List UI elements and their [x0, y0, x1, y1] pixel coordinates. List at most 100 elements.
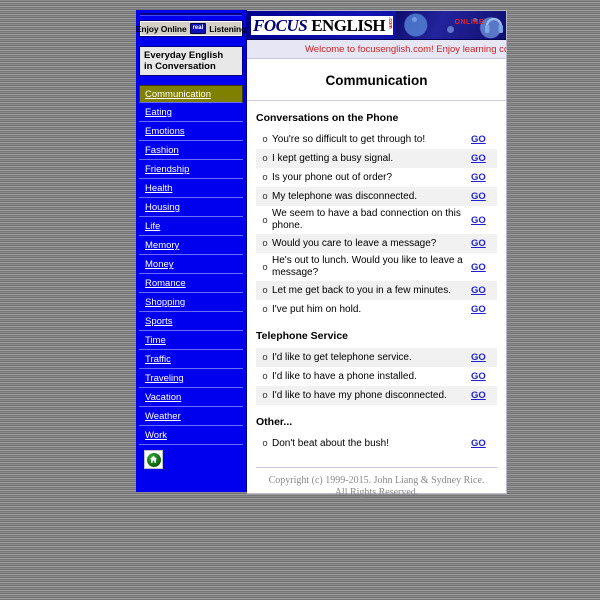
sidebar-item-label: Friendship [145, 164, 190, 175]
go-link[interactable]: GO [471, 304, 493, 315]
sidebar-item-communication[interactable]: Communication [139, 85, 243, 103]
listen-button-prefix: Enjoy Online [136, 23, 187, 34]
sidebar-item-label: Traffic [145, 354, 171, 365]
bullet-icon: o [262, 390, 268, 401]
sidebar-item-traveling[interactable]: Traveling [139, 369, 243, 388]
sidebar-item-traffic[interactable]: Traffic [139, 350, 243, 369]
logo-com-text: .com [386, 15, 394, 35]
sidebar-item-life[interactable]: Life [139, 217, 243, 236]
sidebar-item-label: Work [145, 430, 167, 441]
sidebar-item-work[interactable]: Work [139, 426, 243, 445]
content-column: FOCUS ENGLISH .com ONLINE Welcome to foc… [247, 10, 507, 498]
sidebar-item-vacation[interactable]: Vacation [139, 388, 243, 407]
bullet-icon: o [262, 191, 268, 202]
go-link[interactable]: GO [471, 153, 493, 164]
bullet-icon: o [262, 214, 268, 226]
footer: Copyright (c) 1999-2015. John Liang & Sy… [256, 467, 497, 499]
bullet-icon: o [262, 261, 268, 273]
go-link[interactable]: GO [471, 438, 493, 449]
phrase-row: o I'd like to get telephone service. GO [256, 348, 497, 367]
sidebar-item-weather[interactable]: Weather [139, 407, 243, 426]
phrase-text: I kept getting a busy signal. [272, 152, 394, 164]
sidebar-item-shopping[interactable]: Shopping [139, 293, 243, 312]
section-heading: Conversations on the Phone [256, 112, 399, 124]
realplayer-badge-icon: real [189, 23, 207, 34]
phrase-row: o I kept getting a busy signal. GO [256, 149, 497, 168]
sidebar-item-label: Eating [145, 107, 172, 118]
sidebar-item-label: Health [145, 183, 173, 194]
sidebar-item-health[interactable]: Health [139, 179, 243, 198]
phrase-text: We seem to have a bad connection on this… [272, 208, 461, 231]
sidebar-divider-top [140, 13, 242, 16]
bullet-icon: o [262, 352, 268, 363]
sidebar-title-line2: in Conversation [144, 61, 216, 72]
go-link[interactable]: GO [471, 390, 493, 401]
site-logo[interactable]: FOCUS ENGLISH .com [251, 15, 394, 35]
phrase-text: Is your phone out of order? [272, 171, 393, 183]
logo-english-text: ENGLISH [309, 15, 387, 35]
sidebar-item-label: Romance [145, 278, 186, 289]
sidebar-item-housing[interactable]: Housing [139, 198, 243, 217]
phrase-text: I'd like to have my phone disconnected. [272, 389, 447, 401]
phrase-row: o Would you care to leave a message? GO [256, 234, 497, 253]
section-heading: Other... [256, 416, 293, 428]
phrase-row: o I'd like to have a phone installed. GO [256, 367, 497, 386]
phrase-text: I've put him on hold. [272, 303, 362, 315]
sidebar-item-label: Traveling [145, 373, 184, 384]
go-link[interactable]: GO [471, 215, 493, 226]
go-link[interactable]: GO [471, 285, 493, 296]
welcome-marquee-text: Welcome to focusenglish.com! Enjoy learn… [305, 43, 506, 55]
sidebar-item-romance[interactable]: Romance [139, 274, 243, 293]
sidebar-item-label: Vacation [145, 392, 182, 403]
enjoy-online-listening-button[interactable]: Enjoy Online real Listening [136, 20, 246, 37]
go-link[interactable]: GO [471, 134, 493, 145]
home-icon[interactable] [144, 450, 163, 469]
home-icon-circle [146, 452, 161, 467]
phrase-row: o You're so difficult to get through to! G… [256, 130, 497, 149]
sidebar-item-label: Communication [145, 89, 211, 100]
phrase-text: I'd like to have a phone installed. [272, 370, 417, 382]
page-title: Communication [247, 59, 506, 101]
phrase-sections: Conversations on the Phone o You're so dif… [247, 112, 506, 453]
welcome-marquee: Welcome to focusenglish.com! Enjoy learn… [247, 40, 506, 59]
phrase-row: o We seem to have a bad connection on thi… [256, 206, 497, 234]
sidebar-item-memory[interactable]: Memory [139, 236, 243, 255]
phrase-text: Would you care to leave a message? [272, 237, 437, 249]
sidebar: Enjoy Online real Listening Everyday Eng… [136, 10, 247, 492]
go-link[interactable]: GO [471, 172, 493, 183]
bullet-icon: o [262, 438, 268, 449]
go-link[interactable]: GO [471, 371, 493, 382]
sidebar-item-fashion[interactable]: Fashion [139, 141, 243, 160]
sidebar-item-label: Memory [145, 240, 180, 251]
go-link[interactable]: GO [471, 238, 493, 249]
phrase-text: I'd like to get telephone service. [272, 351, 412, 363]
sidebar-item-label: Housing [145, 202, 180, 213]
section-heading: Telephone Service [256, 330, 349, 342]
footer-rights: All Rights Reserved. [334, 487, 419, 498]
phrase-row: o I'd like to have my phone disconnected.… [256, 386, 497, 405]
banner-dot [446, 26, 454, 34]
go-link[interactable]: GO [471, 191, 493, 202]
headset-icon [485, 17, 503, 33]
footer-copyright: Copyright (c) 1999-2015. John Liang & Sy… [268, 475, 485, 486]
sidebar-item-time[interactable]: Time [139, 331, 243, 350]
sidebar-item-sports[interactable]: Sports [139, 312, 243, 331]
sidebar-item-label: Shopping [145, 297, 186, 308]
sidebar-item-emotions[interactable]: Emotions [139, 122, 243, 141]
phrase-text: Don't beat about the bush! [272, 437, 389, 449]
sidebar-item-label: Time [145, 335, 166, 346]
bullet-icon: o [262, 172, 268, 183]
phrase-text: You're so difficult to get through to! [272, 133, 426, 145]
sidebar-item-friendship[interactable]: Friendship [139, 160, 243, 179]
sidebar-item-label: Emotions [145, 126, 185, 137]
banner-dot [411, 16, 417, 22]
sidebar-item-label: Money [145, 259, 174, 270]
go-link[interactable]: GO [471, 352, 493, 363]
go-link[interactable]: GO [471, 262, 493, 273]
bullet-icon: o [262, 371, 268, 382]
sidebar-item-eating[interactable]: Eating [139, 103, 243, 122]
logo-focus-text: FOCUS [251, 15, 310, 35]
phrase-text: Let me get back to you in a few minutes. [272, 284, 451, 296]
bullet-icon: o [262, 304, 268, 315]
sidebar-item-money[interactable]: Money [139, 255, 243, 274]
